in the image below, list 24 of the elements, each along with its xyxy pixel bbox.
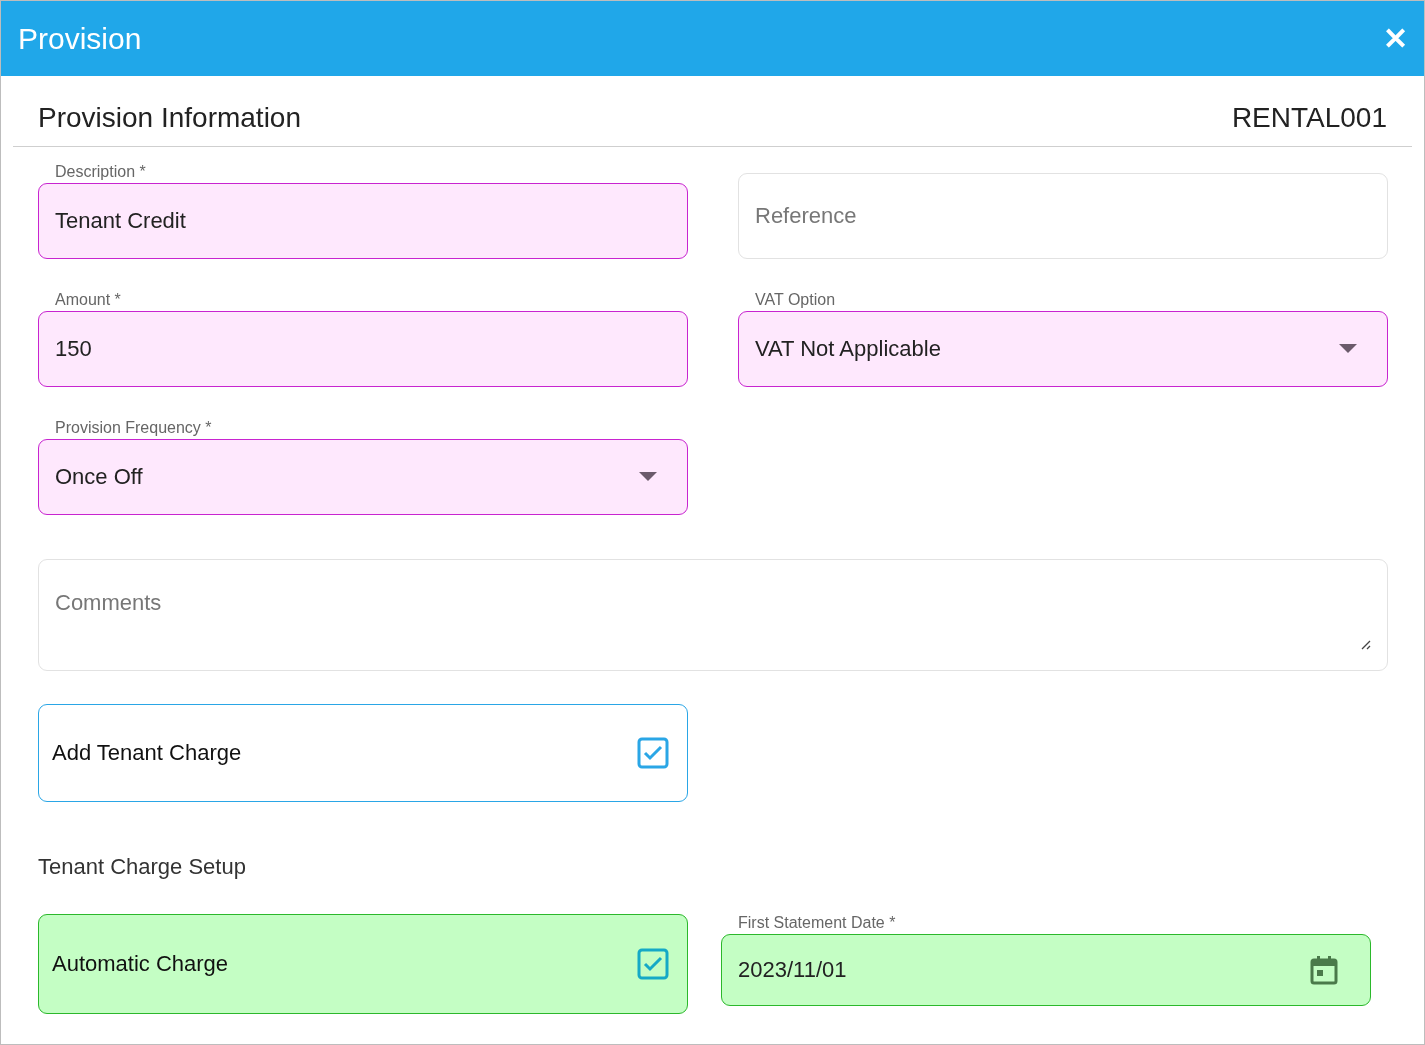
input-field[interactable]: 150	[38, 311, 688, 387]
window-title: Provision	[18, 21, 142, 56]
field-label: First Statement Date *	[737, 914, 897, 933]
input-field[interactable]: Tenant Credit	[38, 183, 688, 259]
field-label: VAT Option	[754, 291, 837, 310]
checked-checkbox-icon[interactable]	[637, 737, 669, 769]
field-label: Amount *	[54, 291, 122, 310]
checked-checkbox-icon[interactable]	[637, 948, 669, 980]
field-label: Provision Frequency *	[54, 419, 213, 438]
checkbox-card[interactable]: Add Tenant Charge	[38, 704, 688, 802]
select-field[interactable]: Once Off	[38, 439, 688, 515]
caret-icon	[1339, 344, 1357, 354]
checkbox-card[interactable]: Automatic Charge	[38, 914, 688, 1014]
select-field[interactable]: VAT Not Applicable	[738, 311, 1388, 387]
comments-field[interactable]: Comments	[38, 559, 1388, 671]
provision-code: RENTAL001	[1231, 102, 1387, 134]
input-field[interactable]: Reference	[738, 173, 1388, 259]
calendar-icon[interactable]	[1310, 955, 1338, 985]
resize-handle-icon[interactable]	[1359, 638, 1371, 650]
section-heading: Tenant Charge Setup	[38, 854, 247, 880]
section-title: Provision Information	[38, 102, 301, 134]
caret-icon	[639, 472, 657, 482]
date-field[interactable]: 2023/11/01	[721, 934, 1371, 1006]
field-label: Description *	[54, 163, 147, 182]
